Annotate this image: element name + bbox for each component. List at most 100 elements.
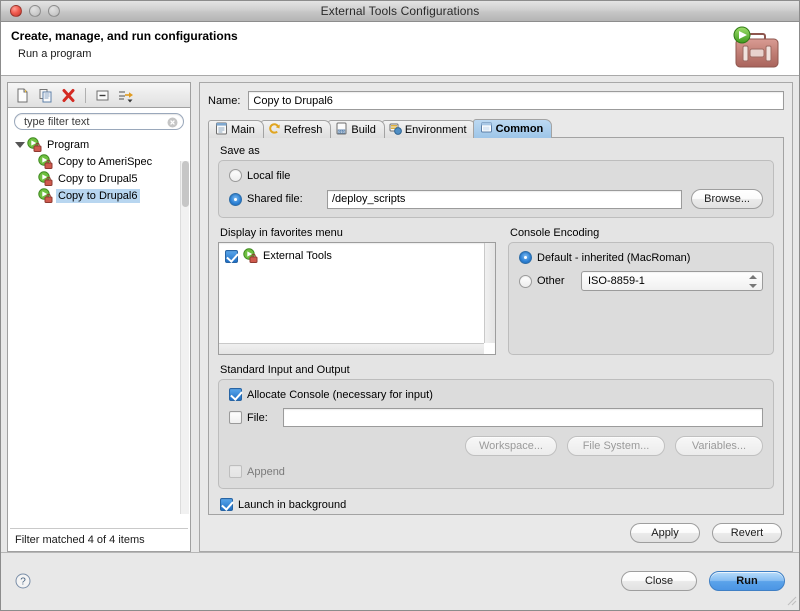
append-row: Append	[229, 465, 763, 478]
tab-environment[interactable]: Environment	[381, 120, 476, 138]
tree-item-copy-to-amerispec[interactable]: Copy to AmeriSpec	[8, 153, 190, 170]
stepper-arrows-icon[interactable]	[749, 275, 757, 288]
resize-grip-icon[interactable]	[784, 593, 797, 606]
encoding-select-value: ISO-8859-1	[588, 275, 645, 287]
tab-build[interactable]: 010 Build	[328, 120, 385, 138]
browse-button[interactable]: Browse...	[691, 189, 763, 209]
common-tab-panel: Save as Local file Shared file: Browse..…	[208, 137, 784, 515]
launch-in-background-row[interactable]: Launch in background	[218, 498, 774, 511]
tree-scrollbar-thumb[interactable]	[182, 161, 189, 207]
encoding-other-radio[interactable]	[519, 274, 532, 288]
environment-tab-icon	[389, 122, 402, 138]
minimize-window-button[interactable]	[29, 5, 41, 17]
favorites-item-label: External Tools	[263, 250, 332, 262]
favorites-horizontal-scrollbar[interactable]	[219, 343, 484, 354]
expand-collapse-twisty-icon[interactable]	[14, 139, 25, 150]
allocate-console-row[interactable]: Allocate Console (necessary for input)	[229, 388, 763, 401]
variables-button[interactable]: Variables...	[675, 436, 763, 456]
build-tab-icon: 010	[335, 122, 348, 138]
shared-file-label: Shared file:	[247, 193, 303, 205]
tab-common[interactable]: Common	[472, 119, 553, 138]
tab-label: Environment	[404, 123, 467, 136]
new-document-icon[interactable]	[13, 86, 32, 105]
help-question-icon[interactable]: ?	[15, 573, 31, 589]
copy-icon[interactable]	[36, 86, 55, 105]
apply-revert-row: Apply Revert	[208, 515, 784, 545]
revert-button[interactable]: Revert	[712, 523, 782, 543]
encoding-default-row[interactable]: Default - inherited (MacRoman)	[519, 251, 763, 264]
shared-file-row[interactable]: Shared file: Browse...	[229, 189, 763, 209]
favorites-group-title: Display in favorites menu	[220, 227, 343, 239]
page-title: Create, manage, and run configurations	[11, 29, 238, 43]
favorites-list[interactable]: External Tools	[218, 242, 496, 355]
allocate-console-checkbox[interactable]	[229, 388, 242, 401]
tab-label: Build	[351, 123, 376, 136]
search-input[interactable]	[15, 114, 183, 129]
name-label: Name:	[208, 94, 241, 107]
run-button[interactable]: Run	[709, 570, 785, 591]
tree-item-copy-to-drupal5[interactable]: Copy to Drupal5	[8, 170, 190, 187]
footer-buttons: Close Run	[621, 570, 785, 591]
shared-file-radio[interactable]	[229, 192, 242, 206]
local-file-row[interactable]: Local file	[229, 169, 763, 182]
collapse-all-icon[interactable]	[93, 86, 112, 105]
configuration-editor-panel: Name: Main Refresh 010 Build Environment Comm…	[199, 82, 793, 552]
configurations-tree[interactable]: Program Copy to AmeriSpec Copy to Drupal5 C…	[8, 134, 190, 528]
save-as-group-title: Save as	[220, 145, 260, 157]
svg-text:?: ?	[20, 576, 26, 587]
file-system-button[interactable]: File System...	[567, 436, 665, 456]
output-file-row[interactable]: File:	[229, 408, 763, 427]
output-file-label: File:	[247, 411, 268, 424]
filter-status: Filter matched 4 of 4 items	[8, 529, 190, 551]
output-file-checkbox[interactable]	[229, 411, 242, 424]
common-tab-icon	[480, 121, 493, 137]
console-encoding-group: Console Encoding Default - inherited (Ma…	[508, 227, 774, 355]
tab-refresh[interactable]: Refresh	[260, 120, 332, 138]
save-as-group-box: Local file Shared file: Browse...	[218, 160, 774, 218]
window-controls	[10, 5, 60, 17]
shared-file-input[interactable]	[327, 189, 683, 209]
tree-item-program[interactable]: Program	[8, 136, 190, 153]
encoding-default-label: Default - inherited (MacRoman)	[537, 251, 691, 264]
encoding-default-radio[interactable]	[519, 251, 532, 264]
filter-wrapper	[8, 108, 190, 134]
close-button[interactable]: Close	[621, 570, 697, 591]
launch-in-background-checkbox[interactable]	[220, 498, 233, 511]
window-title: External Tools Configurations	[320, 4, 480, 18]
favorites-vertical-scrollbar[interactable]	[484, 243, 495, 343]
program-run-icon	[243, 248, 258, 263]
tree-item-copy-to-drupal6[interactable]: Copy to Drupal6	[8, 187, 190, 204]
output-file-input[interactable]	[283, 408, 763, 427]
configurations-panel: Program Copy to AmeriSpec Copy to Drupal5 C…	[7, 82, 191, 552]
tree-scrollbar[interactable]	[180, 161, 189, 514]
configurations-tree-area: Program Copy to AmeriSpec Copy to Drupal5 C…	[7, 107, 191, 552]
dialog-footer: ? Close Run	[1, 552, 799, 608]
program-run-icon	[38, 153, 53, 169]
page-subtitle: Run a program	[18, 48, 92, 60]
favorites-item-checkbox[interactable]	[225, 249, 238, 263]
launch-in-background-label: Launch in background	[238, 498, 347, 511]
encoding-select[interactable]: ISO-8859-1	[581, 271, 763, 291]
program-run-icon	[27, 136, 42, 152]
favorites-group: Display in favorites menu External Tools	[218, 227, 496, 355]
workspace-button[interactable]: Workspace...	[465, 436, 557, 456]
close-window-button[interactable]	[10, 5, 22, 17]
clear-circle-icon[interactable]	[167, 117, 178, 128]
delete-x-icon[interactable]	[59, 86, 78, 105]
local-file-radio[interactable]	[229, 169, 242, 182]
filter-field[interactable]	[14, 113, 184, 130]
tree-item-label: Copy to Drupal5	[58, 172, 138, 185]
std-io-group-box: Allocate Console (necessary for input) F…	[218, 379, 774, 489]
zoom-window-button[interactable]	[48, 5, 60, 17]
configurations-toolbar	[7, 82, 191, 107]
apply-button[interactable]: Apply	[630, 523, 700, 543]
filter-arrow-icon[interactable]	[116, 86, 135, 105]
tab-main[interactable]: Main	[208, 120, 264, 138]
tree-item-label: Program	[47, 138, 90, 151]
toolbar-separator	[85, 87, 86, 103]
encoding-other-row[interactable]: Other ISO-8859-1	[519, 271, 763, 291]
list-item[interactable]: External Tools	[219, 243, 495, 264]
dialog-body: Program Copy to AmeriSpec Copy to Drupal5 C…	[1, 76, 799, 552]
configuration-name-input[interactable]	[248, 91, 784, 110]
std-io-group: Standard Input and Output Allocate Conso…	[218, 364, 774, 489]
